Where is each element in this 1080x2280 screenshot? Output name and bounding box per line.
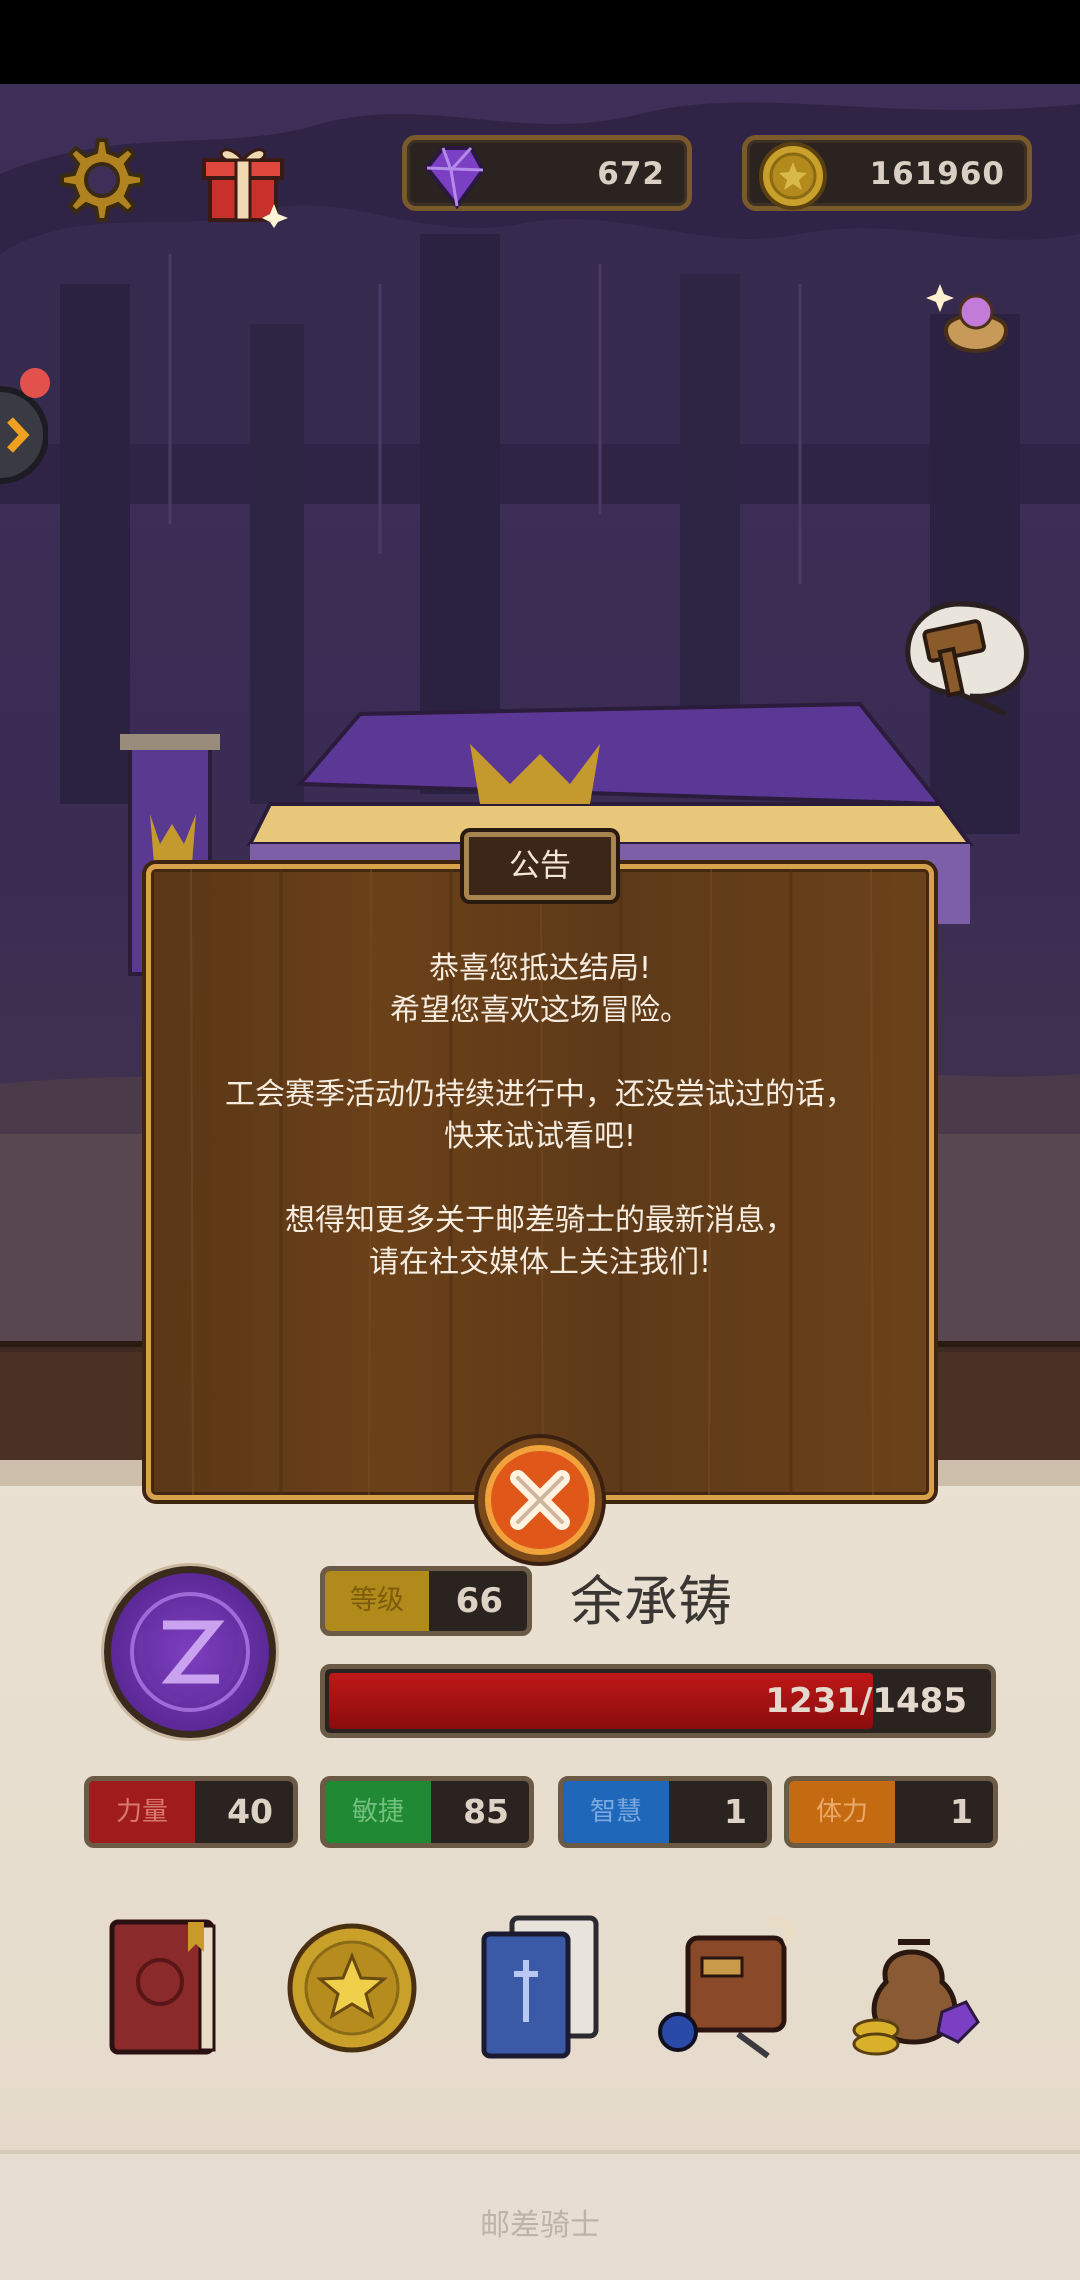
stat-stamina[interactable]: 体力 1: [784, 1776, 998, 1848]
notice-line: 快来试试看吧!: [443, 1119, 637, 1154]
stat-value: 85: [463, 1792, 509, 1831]
notice-line: 想得知更多关于邮差骑士的最新消息，: [285, 1203, 795, 1238]
stat-value: 1: [950, 1792, 973, 1831]
bag-icon[interactable]: [926, 270, 1026, 370]
stat-wisdom[interactable]: 智慧 1: [558, 1776, 772, 1848]
notice-body: 恭喜您抵达结局! 希望您喜欢这场冒险。 工会赛季活动仍持续进行中，还没尝试过的话…: [146, 948, 934, 1326]
notice-line: 工会赛季活动仍持续进行中，还没尝试过的话，: [225, 1077, 855, 1112]
treasure-bag-icon[interactable]: [846, 1912, 986, 2062]
notice-title: 公告: [464, 832, 616, 900]
player-name: 余承铸: [570, 1570, 732, 1633]
level-badge: 等级 66: [320, 1566, 532, 1636]
hp-bar: 1231/1485: [320, 1664, 996, 1738]
hp-text: 1231/1485: [765, 1681, 967, 1721]
notice-line: 希望您喜欢这场冒险。: [390, 993, 690, 1028]
notice-line: 请在社交媒体上关注我们!: [368, 1245, 712, 1280]
coin-counter[interactable]: 161960: [742, 135, 1032, 211]
level-label: 等级: [325, 1571, 429, 1631]
star-coin-icon[interactable]: [282, 1912, 417, 2062]
stat-label: 体力: [789, 1781, 895, 1843]
cards-icon[interactable]: [476, 1912, 606, 2062]
status-bar: [0, 0, 1080, 84]
level-value: 66: [455, 1581, 503, 1621]
stat-value: 1: [724, 1792, 747, 1831]
gem-counter[interactable]: 672: [402, 135, 692, 211]
close-button[interactable]: [472, 1432, 608, 1568]
gift-icon[interactable]: [196, 134, 290, 228]
notice-line: 恭喜您抵达结局!: [428, 951, 652, 986]
gem-count: 672: [597, 156, 665, 192]
coin-icon: [753, 136, 833, 216]
book-icon[interactable]: [100, 1912, 230, 2062]
stat-agility[interactable]: 敏捷 85: [320, 1776, 534, 1848]
game-title: 邮差骑士: [480, 2208, 600, 2243]
gem-icon: [413, 136, 493, 216]
stat-label: 敏捷: [325, 1781, 431, 1843]
hammer-icon[interactable]: [896, 590, 1036, 720]
inventory-icon[interactable]: [658, 1912, 808, 2062]
stat-label: 力量: [89, 1781, 195, 1843]
coin-count: 161960: [869, 156, 1005, 192]
stat-value: 40: [227, 1792, 273, 1831]
notification-dot: [20, 368, 50, 398]
stat-strength[interactable]: 力量 40: [84, 1776, 298, 1848]
stat-label: 智慧: [563, 1781, 669, 1843]
settings-gear-icon[interactable]: [52, 134, 144, 226]
avatar[interactable]: [104, 1566, 276, 1738]
